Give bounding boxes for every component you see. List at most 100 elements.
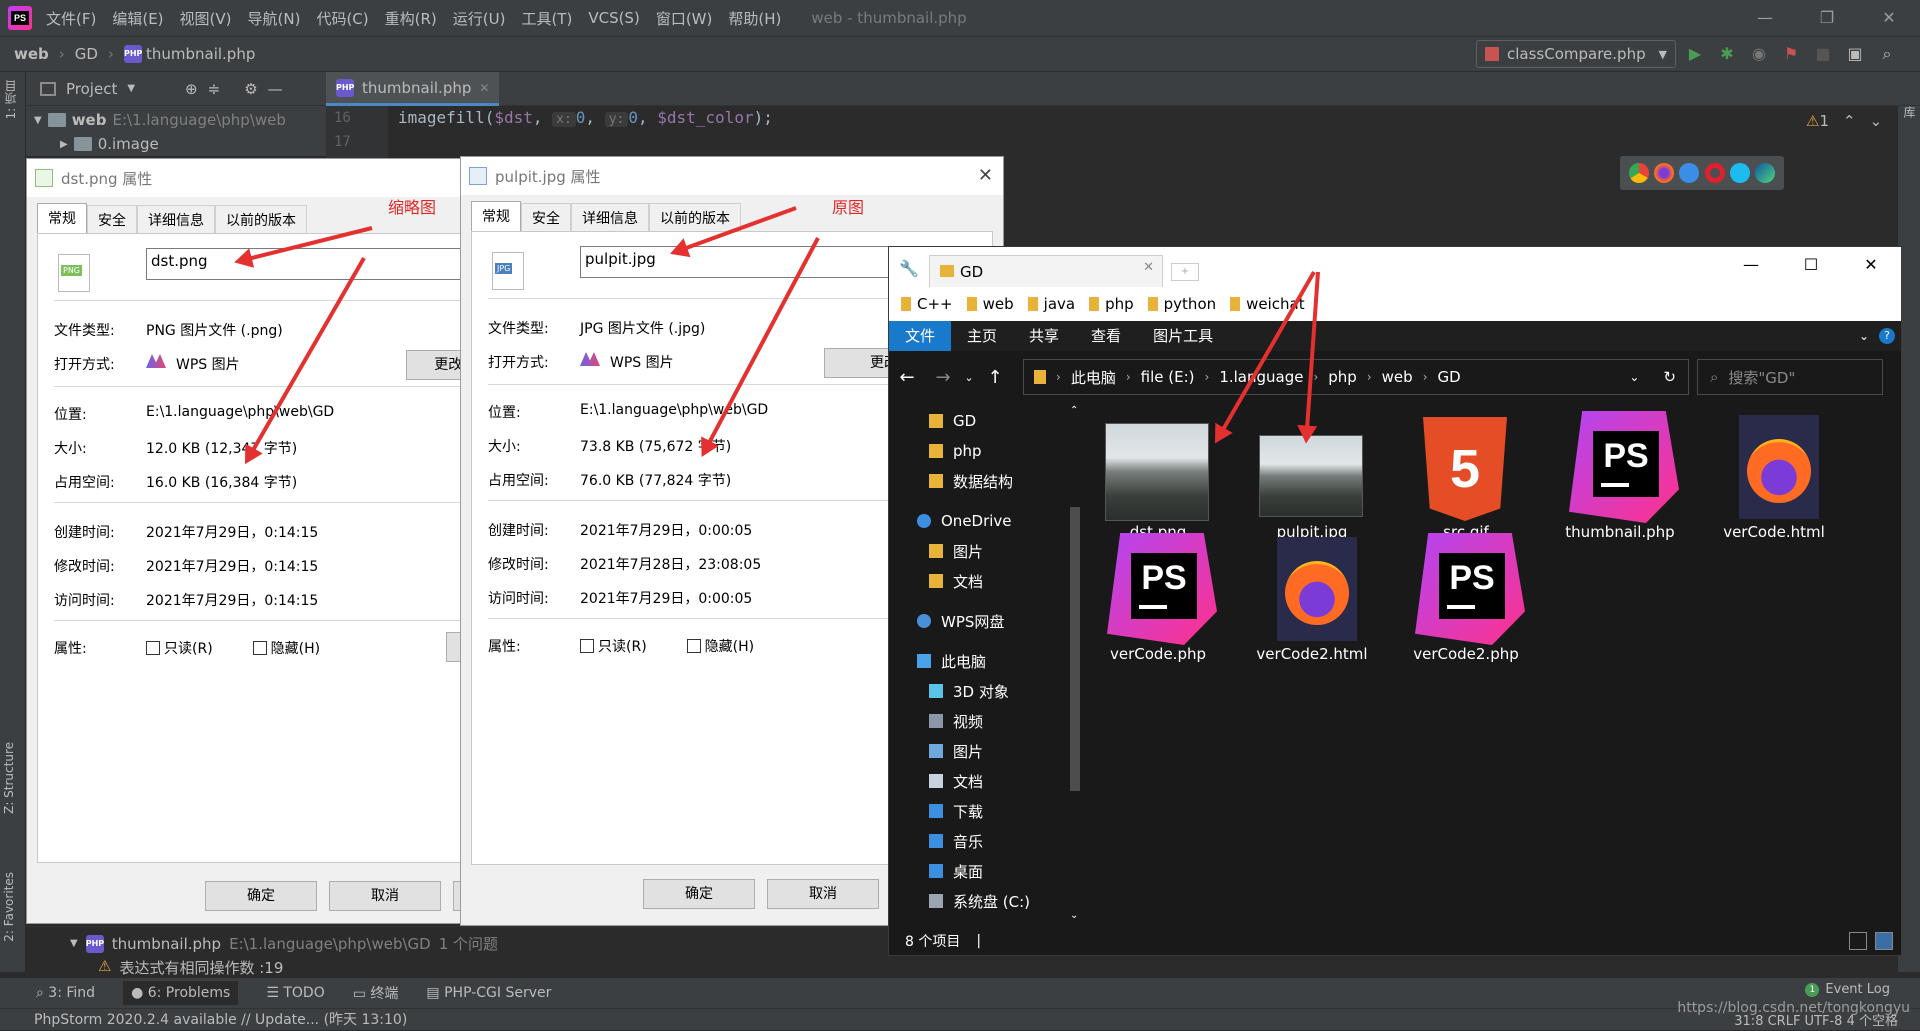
menu-tools[interactable]: 工具(T)	[521, 8, 572, 29]
filename-input[interactable]: dst.png	[146, 248, 493, 280]
tab-general[interactable]: 常规	[37, 203, 87, 233]
forward-icon[interactable]: →	[925, 367, 961, 388]
maximize-icon[interactable]: ☐	[1781, 247, 1841, 283]
nav-item-system-drive[interactable]: 系统盘 (C:)	[929, 887, 1030, 915]
chevron-up-icon[interactable]: ⌃	[1843, 112, 1856, 130]
chrome-icon[interactable]	[1628, 163, 1649, 183]
path-language[interactable]: 1.language	[1219, 368, 1303, 386]
close-icon[interactable]: ✕	[479, 81, 489, 95]
hidden-checkbox[interactable]: 隐藏(H)	[686, 636, 754, 656]
nav-item-pictures[interactable]: 图片	[929, 737, 983, 765]
menu-refactor[interactable]: 重构(R)	[385, 8, 437, 29]
tab-gd[interactable]: GD ✕	[929, 255, 1163, 287]
bookmark-java[interactable]: java	[1027, 295, 1075, 313]
breadcrumb-thumbnail[interactable]: thumbnail.php	[146, 45, 255, 63]
tab-security[interactable]: 安全	[521, 203, 571, 231]
bookmark-cpp[interactable]: C++	[901, 295, 953, 313]
tab-security[interactable]: 安全	[87, 205, 137, 233]
address-bar[interactable]: › 此电脑 › file (E:) › 1.language › php › w…	[1023, 359, 1689, 395]
minimize-icon[interactable]: —	[1734, 0, 1796, 36]
nav-item-onedrive-documents[interactable]: 文档	[929, 567, 983, 595]
cancel-button[interactable]: 取消	[767, 879, 879, 909]
problem-item[interactable]: 表达式有相同操作数 :19	[119, 957, 283, 978]
chevron-down-icon[interactable]: ⌄	[961, 371, 977, 384]
tab-previous-versions[interactable]: 以前的版本	[215, 205, 307, 233]
close-icon[interactable]: ✕	[978, 165, 993, 186]
file-vercode2-php[interactable]: PS verCode2.php	[1391, 527, 1541, 677]
chevron-down-icon[interactable]: ⌄	[1870, 112, 1883, 130]
debug-icon[interactable]: ✱	[1716, 43, 1738, 65]
file-vercode2-html[interactable]: verCode2.html	[1237, 527, 1387, 677]
search-input[interactable]: ⌕ 搜索"GD"	[1697, 359, 1883, 395]
nav-item-php[interactable]: php	[929, 437, 982, 465]
large-icons-view-icon[interactable]	[1875, 932, 1893, 950]
inspection-widget[interactable]: ⚠1 ⌃ ⌄	[1806, 112, 1882, 130]
back-icon[interactable]: ←	[889, 367, 925, 388]
layout-icon[interactable]: ▣	[1844, 43, 1866, 65]
chevron-down-icon[interactable]: ▼	[34, 115, 42, 126]
chevron-down-icon[interactable]: ▼	[127, 83, 135, 94]
collapse-icon[interactable]: ≑	[208, 80, 221, 98]
bookmark-php[interactable]: php	[1089, 295, 1134, 313]
menu-window[interactable]: 窗口(W)	[656, 8, 713, 29]
chevron-up-icon[interactable]: ⌃	[1070, 405, 1078, 416]
breadcrumb-web[interactable]: web	[14, 45, 49, 63]
tree-item-web[interactable]: ▼ web E:\1.language\php\web	[34, 108, 286, 132]
nav-item-3d-objects[interactable]: 3D 对象	[929, 677, 1009, 705]
up-icon[interactable]: ↑	[977, 367, 1013, 388]
nav-item-documents[interactable]: 文档	[929, 767, 983, 795]
problem-file[interactable]: thumbnail.php	[112, 935, 221, 953]
edge-icon[interactable]	[1755, 163, 1776, 183]
tab-structure[interactable]: Z: Structure	[2, 742, 16, 814]
nav-item-data-structures[interactable]: 数据结构	[929, 467, 1013, 495]
path-this-pc[interactable]: 此电脑	[1071, 367, 1116, 388]
menu-navigate[interactable]: 导航(N)	[248, 8, 301, 29]
safari-icon[interactable]	[1679, 163, 1700, 183]
ribbon-home[interactable]: 主页	[951, 321, 1013, 351]
ok-button[interactable]: 确定	[205, 881, 317, 911]
ribbon-share[interactable]: 共享	[1013, 321, 1075, 351]
cancel-button[interactable]: 取消	[329, 881, 441, 911]
readonly-checkbox[interactable]: 只读(R)	[146, 638, 213, 658]
ie-icon[interactable]	[1729, 163, 1750, 183]
readonly-checkbox[interactable]: 只读(R)	[580, 636, 647, 656]
code-line[interactable]: imagefill($dst, x: 0, y: 0, $dst_color);	[398, 108, 773, 127]
ok-button[interactable]: 确定	[643, 879, 755, 909]
file-vercode-php[interactable]: PS verCode.php	[1083, 527, 1233, 677]
chevron-down-icon[interactable]: ⌄	[1629, 370, 1639, 384]
hide-icon[interactable]: —	[268, 80, 283, 98]
tab-project[interactable]: 1: 项目	[2, 80, 19, 120]
hidden-checkbox[interactable]: 隐藏(H)	[252, 638, 320, 658]
details-view-icon[interactable]	[1849, 932, 1867, 950]
tab-thumbnail-php[interactable]: PHP thumbnail.php ✕	[326, 72, 500, 106]
tab-favorites[interactable]: 2: Favorites	[2, 872, 16, 942]
chevron-down-icon[interactable]: ⌄	[1859, 329, 1869, 343]
nav-item-downloads[interactable]: 下载	[929, 797, 983, 825]
opera-icon[interactable]	[1704, 163, 1725, 183]
bookmark-web[interactable]: web	[966, 295, 1014, 313]
menu-help[interactable]: 帮助(H)	[728, 8, 781, 29]
wrench-icon[interactable]: 🔧	[899, 259, 919, 278]
nav-item-onedrive[interactable]: OneDrive	[917, 507, 1012, 535]
search-icon[interactable]: ⌕	[1876, 43, 1898, 65]
run-configuration-select[interactable]: classCompare.php ▼	[1476, 40, 1676, 68]
menu-code[interactable]: 代码(C)	[316, 8, 368, 29]
refresh-icon[interactable]: ↻	[1663, 368, 1676, 386]
nav-item-desktop[interactable]: 桌面	[929, 857, 983, 885]
nav-item-music[interactable]: 音乐	[929, 827, 983, 855]
path-drive-e[interactable]: file (E:)	[1141, 368, 1195, 386]
profile-icon[interactable]: ⚑	[1780, 43, 1802, 65]
bookmark-python[interactable]: python	[1147, 295, 1216, 313]
nav-item-videos[interactable]: 视频	[929, 707, 983, 735]
stop-icon[interactable]: ■	[1812, 43, 1834, 65]
chevron-right-icon[interactable]: ▶	[60, 139, 68, 150]
ribbon-view[interactable]: 查看	[1075, 321, 1137, 351]
new-tab-button[interactable]: +	[1171, 263, 1199, 281]
chevron-down-icon[interactable]: ⌄	[1070, 910, 1078, 921]
tab-general[interactable]: 常规	[471, 201, 521, 231]
nav-item-wps-cloud[interactable]: WPS网盘	[917, 607, 1004, 635]
menu-run[interactable]: 运行(U)	[453, 8, 506, 29]
minimize-icon[interactable]: —	[1721, 247, 1781, 283]
ribbon-picture-tools[interactable]: 图片工具	[1137, 321, 1229, 351]
tree-item-0image[interactable]: ▶ 0.image	[60, 132, 159, 156]
